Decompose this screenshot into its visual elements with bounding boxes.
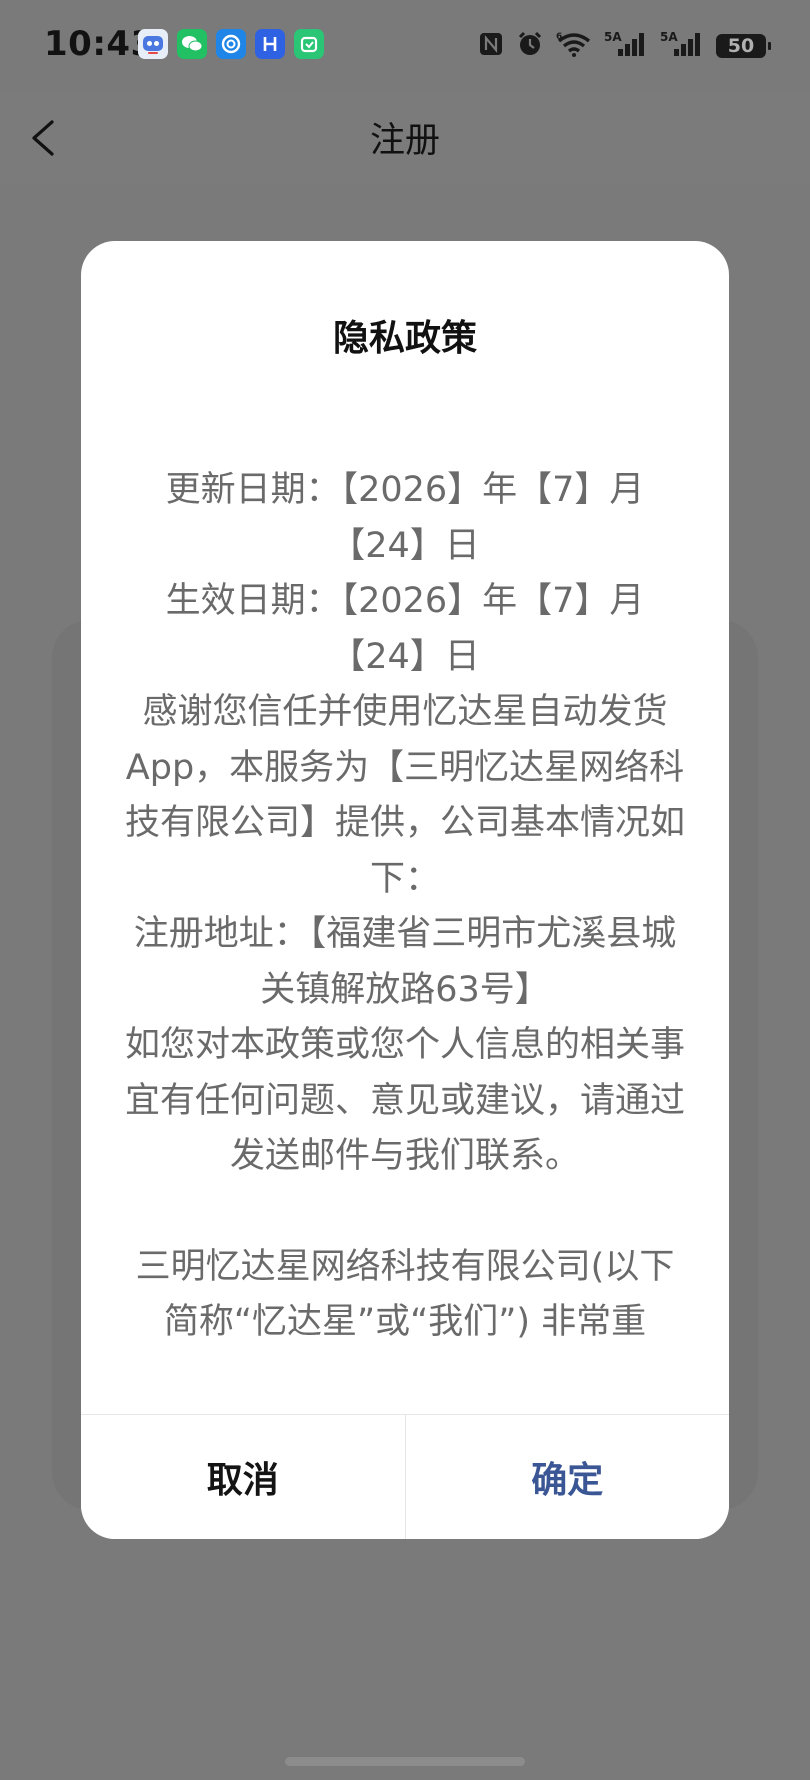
cancel-button[interactable]: 取消 (81, 1415, 406, 1539)
confirm-button[interactable]: 确定 (406, 1415, 730, 1539)
home-indicator[interactable] (285, 1757, 525, 1766)
robot-app-icon (138, 29, 168, 59)
battery-indicator: 50 (716, 34, 771, 58)
svg-text:5A: 5A (660, 30, 678, 44)
signal-icon-sim2: 5A (660, 30, 704, 62)
dialog-actions: 取消 确定 (81, 1414, 729, 1539)
signal-icon-sim1: 5A (604, 30, 648, 62)
effective-date-text: 生效日期：【2026】年【7】月【24】日 (165, 581, 645, 677)
app-header: 注册 (0, 92, 810, 184)
system-status-icons: 6 5A 5A 50 (478, 30, 771, 62)
status-bar: 10:43 6 5A 5A 50 (0, 0, 810, 92)
nfc-icon (478, 31, 504, 61)
policy-text-scroll-area[interactable]: 更新日期：【2026】年【7】月【24】日 生效日期：【2026】年【7】月【2… (125, 463, 685, 1539)
browser-icon (216, 29, 246, 59)
wechat-icon (177, 29, 207, 59)
h-app-icon (255, 29, 285, 59)
dialog-title: 隐私政策 (332, 318, 477, 359)
intro-text: 感谢您信任并使用忆达星自动发货App，本服务为【三明忆达星网络科技有限公司】提供… (125, 692, 685, 899)
privacy-policy-dialog: 隐私政策 更新日期：【2026】年【7】月【24】日 生效日期：【2026】年【… (81, 241, 729, 1539)
svg-text:6: 6 (556, 32, 562, 42)
alarm-icon (516, 30, 544, 62)
contact-text: 如您对本政策或您个人信息的相关事宜有任何问题、意见或建议，请通过发送邮件与我们联… (125, 1025, 685, 1176)
wifi-icon: 6 (556, 31, 592, 61)
svg-text:5A: 5A (604, 30, 622, 44)
page-title: 注册 (369, 121, 440, 161)
mi-home-icon (294, 29, 324, 59)
update-date-text: 更新日期：【2026】年【7】月【24】日 (165, 470, 645, 566)
address-text: 注册地址：【福建省三明市尤溪县城关镇解放路63号】 (133, 914, 677, 1010)
notification-app-icons (138, 29, 324, 59)
company-text: 三明忆达星网络科技有限公司(以下简称“忆达星”或“我们”) 非常重 (135, 1246, 675, 1343)
